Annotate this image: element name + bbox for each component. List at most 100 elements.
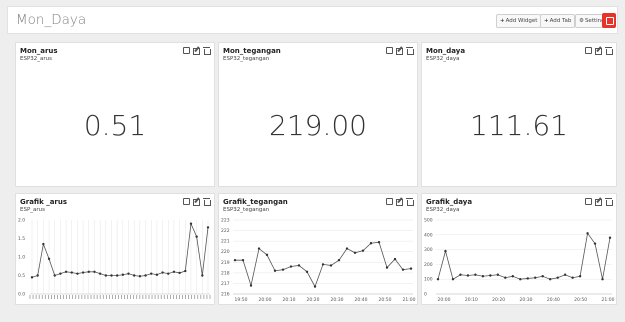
chart-topic: ESP32_tegangan — [223, 207, 270, 213]
data-point — [249, 284, 253, 287]
trash-icon[interactable] — [406, 198, 414, 206]
chart-topic: ESP_arus — [20, 207, 46, 213]
copy-icon[interactable] — [585, 47, 592, 54]
widget-title: Mon_daya — [426, 47, 466, 55]
copy-icon[interactable] — [183, 198, 190, 205]
data-point — [273, 269, 277, 272]
edit-icon[interactable] — [595, 198, 602, 206]
trash-icon[interactable] — [406, 47, 414, 55]
add-tab-label: Add Tab — [549, 18, 572, 24]
x-tick-label: 20:10 — [465, 297, 478, 303]
data-point — [132, 274, 136, 277]
edit-icon[interactable] — [193, 47, 200, 55]
y-tick-label: 400 — [424, 232, 433, 238]
data-point — [409, 267, 413, 270]
trash-icon[interactable] — [203, 47, 211, 55]
x-tick-label: 20:40 — [355, 297, 368, 303]
data-point — [144, 274, 147, 277]
data-point — [496, 273, 500, 276]
y-tick-label: 300 — [424, 247, 433, 253]
data-point — [233, 258, 237, 262]
x-tick-label: 19:50 — [235, 297, 248, 303]
data-point — [345, 247, 349, 250]
y-tick-label: 217 — [221, 281, 230, 287]
widget-topic: ESP32_tegangan — [223, 56, 270, 62]
edit-mode-button[interactable] — [602, 13, 616, 28]
chart-panel: Grafik_daya ESP32_daya 0 100 200 300 400 500 2… — [421, 193, 617, 305]
plus-icon: + — [500, 18, 505, 24]
data-point — [385, 266, 389, 269]
data-point — [104, 274, 108, 277]
edit-icon[interactable] — [396, 47, 403, 55]
data-point — [369, 242, 373, 245]
x-tick-label: 20:50 — [379, 297, 392, 303]
widget-actions — [183, 47, 211, 55]
data-point — [184, 269, 187, 273]
y-tick-label: 220 — [221, 249, 230, 255]
data-point — [601, 278, 604, 281]
data-point — [578, 275, 582, 278]
x-tick-label: 20:20 — [307, 297, 320, 303]
data-point — [593, 242, 597, 245]
chart-topic: ESP32_daya — [426, 207, 460, 213]
widget-actions — [386, 47, 414, 55]
edit-icon[interactable] — [595, 47, 602, 55]
x-tick-label: 20:00 — [259, 297, 272, 303]
data-point — [121, 273, 125, 276]
widget-value: 0.51 — [83, 109, 147, 142]
edit-icon[interactable] — [396, 198, 403, 206]
data-point — [504, 276, 507, 279]
y-tick-label: 223 — [221, 218, 230, 224]
current-line-chart: 0.0 0.5 1.0 1.5 2.0 — [18, 218, 211, 299]
data-point — [64, 270, 68, 273]
data-point — [265, 253, 269, 257]
edit-icon[interactable] — [193, 198, 200, 206]
chart-actions — [386, 198, 414, 206]
data-point — [127, 272, 130, 275]
y-tick-label: 1.0 — [18, 255, 25, 261]
add-tab-button[interactable]: +Add Tab — [540, 14, 576, 28]
x-tick-label: 21:00 — [403, 297, 416, 303]
y-tick-label: 500 — [424, 218, 433, 224]
copy-icon[interactable] — [386, 198, 393, 205]
copy-icon[interactable] — [386, 47, 393, 54]
y-tick-label: 0.5 — [18, 273, 25, 279]
copy-icon[interactable] — [585, 198, 592, 205]
data-point — [329, 264, 333, 267]
data-point — [401, 268, 405, 271]
x-tick-label: 20:00 — [438, 297, 451, 303]
data-point — [257, 247, 261, 250]
data-point — [526, 277, 529, 280]
chart-title: Grafik _arus — [20, 198, 68, 206]
data-point — [563, 273, 567, 276]
data-point — [534, 276, 537, 279]
widget-value: 111.61 — [470, 109, 568, 142]
data-point — [444, 249, 447, 253]
chart-title: Grafik_daya — [426, 198, 473, 206]
data-point — [321, 263, 325, 266]
data-point — [98, 272, 102, 275]
x-tick-label: 20:10 — [283, 297, 296, 303]
data-point — [337, 258, 341, 262]
data-point — [189, 222, 193, 225]
data-point — [201, 274, 204, 277]
add-widget-button[interactable]: +Add Widget — [496, 14, 542, 28]
data-point — [313, 285, 317, 288]
trash-icon[interactable] — [605, 47, 613, 55]
widget-actions — [585, 47, 613, 55]
y-tick-label: 200 — [424, 262, 433, 268]
data-point — [167, 272, 170, 275]
data-point — [305, 270, 309, 273]
copy-icon[interactable] — [183, 47, 190, 54]
data-point — [459, 273, 462, 276]
trash-icon[interactable] — [605, 198, 613, 206]
data-point — [93, 270, 96, 273]
data-point — [81, 271, 85, 274]
chart-panel: Grafik_tegangan ESP32_tegangan 216 217 218… — [218, 193, 418, 305]
series-line — [31, 222, 209, 278]
data-point — [150, 272, 153, 275]
data-point — [138, 275, 142, 278]
data-point — [608, 236, 612, 239]
series-line — [437, 232, 611, 280]
trash-icon[interactable] — [203, 198, 211, 206]
